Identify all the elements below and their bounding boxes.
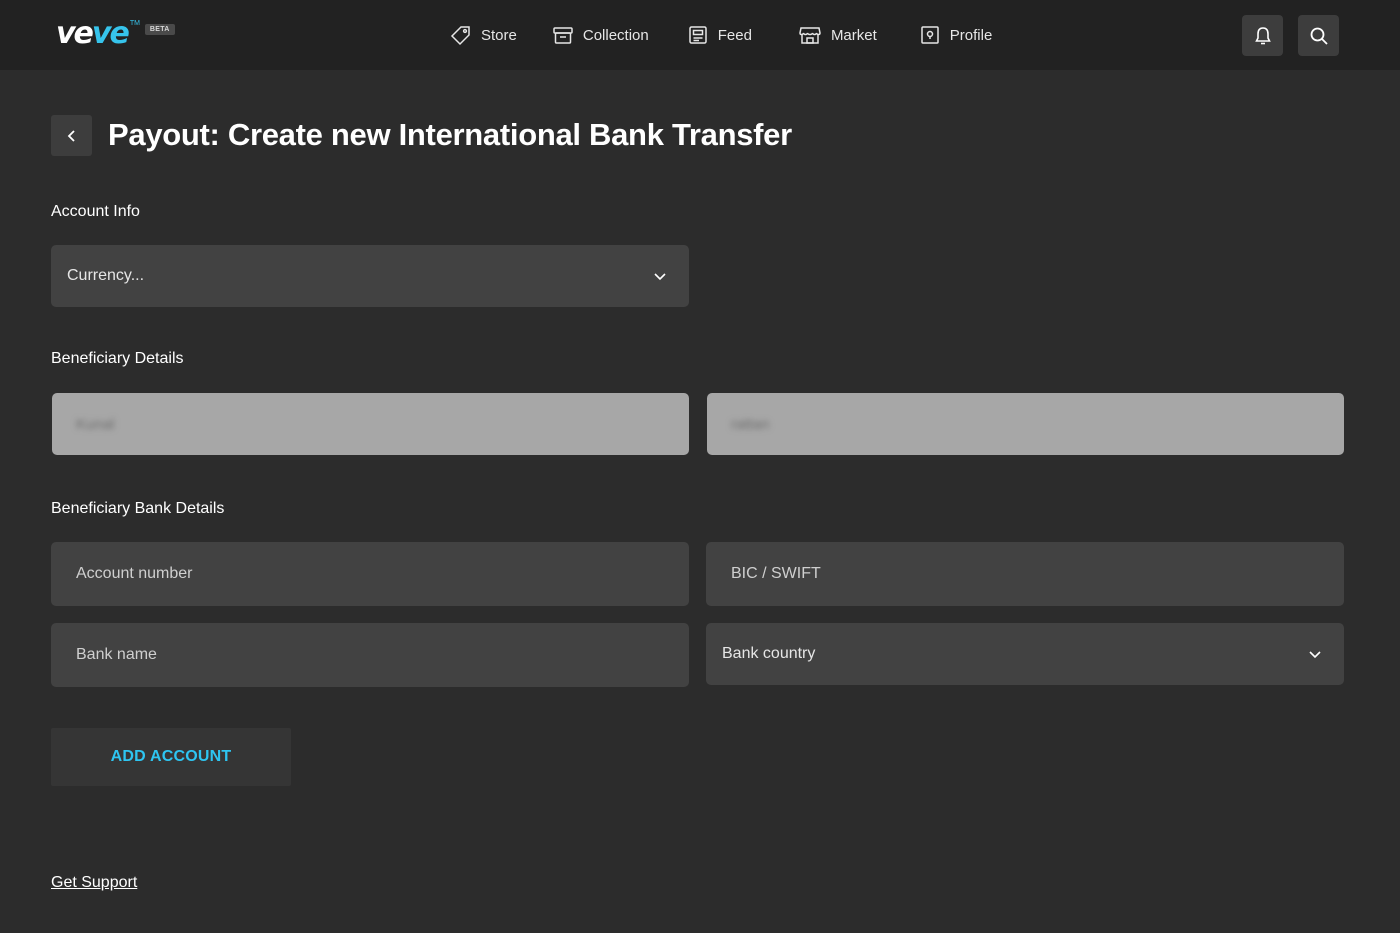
profile-card-icon bbox=[921, 26, 939, 44]
section-label-beneficiary-details: Beneficiary Details bbox=[51, 350, 184, 367]
add-account-button[interactable]: ADD ACCOUNT bbox=[51, 728, 291, 786]
trademark-mark: TM bbox=[129, 20, 140, 27]
notifications-button[interactable] bbox=[1242, 15, 1283, 56]
feed-document-icon bbox=[688, 26, 707, 44]
bell-icon bbox=[1254, 26, 1271, 44]
chevron-down-icon bbox=[654, 273, 666, 281]
nav-label-collection: Collection bbox=[582, 26, 649, 44]
first-name-field[interactable]: Kunal bbox=[52, 393, 689, 455]
get-support-link[interactable]: Get Support bbox=[51, 874, 137, 892]
nav-item-feed[interactable]: Feed bbox=[687, 0, 752, 70]
last-name-value-blurred: rattan bbox=[731, 415, 770, 433]
main-nav: Store Collection Feed Market Profile bbox=[450, 0, 1028, 70]
store-tag-icon bbox=[450, 26, 470, 46]
account-number-placeholder: Account number bbox=[76, 565, 193, 582]
section-label-account-info: Account Info bbox=[51, 203, 140, 220]
market-storefront-icon bbox=[799, 27, 821, 44]
nav-item-market[interactable]: Market bbox=[798, 0, 877, 70]
last-name-field[interactable]: rattan bbox=[707, 393, 1344, 455]
search-button[interactable] bbox=[1298, 15, 1339, 56]
currency-select[interactable]: Currency... bbox=[51, 245, 689, 307]
section-label-bank-details: Beneficiary Bank Details bbox=[51, 500, 225, 517]
bank-name-placeholder: Bank name bbox=[76, 646, 157, 663]
beta-badge: BETA bbox=[144, 24, 175, 35]
bank-country-select[interactable]: Bank country bbox=[706, 623, 1344, 685]
nav-label-profile: Profile bbox=[949, 26, 993, 44]
account-number-field[interactable]: Account number bbox=[51, 542, 689, 606]
bic-swift-placeholder: BIC / SWIFT bbox=[731, 565, 821, 582]
nav-item-collection[interactable]: Collection bbox=[552, 0, 649, 70]
chevron-down-icon bbox=[1309, 651, 1321, 659]
nav-label-feed: Feed bbox=[717, 26, 752, 44]
nav-label-store: Store bbox=[481, 26, 517, 44]
veve-logo[interactable]: veve TM BETA bbox=[56, 18, 175, 50]
first-name-value-blurred: Kunal bbox=[76, 415, 115, 433]
logo-wordmark: veve bbox=[56, 16, 130, 51]
bic-swift-field[interactable]: BIC / SWIFT bbox=[706, 542, 1344, 606]
bank-name-field[interactable]: Bank name bbox=[51, 623, 689, 687]
chevron-left-icon bbox=[67, 129, 75, 142]
nav-item-profile[interactable]: Profile bbox=[919, 0, 993, 70]
page-title: Payout: Create new International Bank Tr… bbox=[108, 117, 792, 152]
bank-country-placeholder: Bank country bbox=[722, 645, 816, 662]
collection-box-icon bbox=[553, 27, 573, 44]
nav-label-market: Market bbox=[830, 26, 877, 44]
top-navbar: veve TM BETA Store Collection Feed Marke… bbox=[0, 0, 1400, 70]
nav-item-store[interactable]: Store bbox=[450, 0, 517, 70]
search-icon bbox=[1310, 27, 1328, 45]
back-button[interactable] bbox=[51, 115, 92, 156]
currency-placeholder: Currency... bbox=[67, 267, 145, 284]
